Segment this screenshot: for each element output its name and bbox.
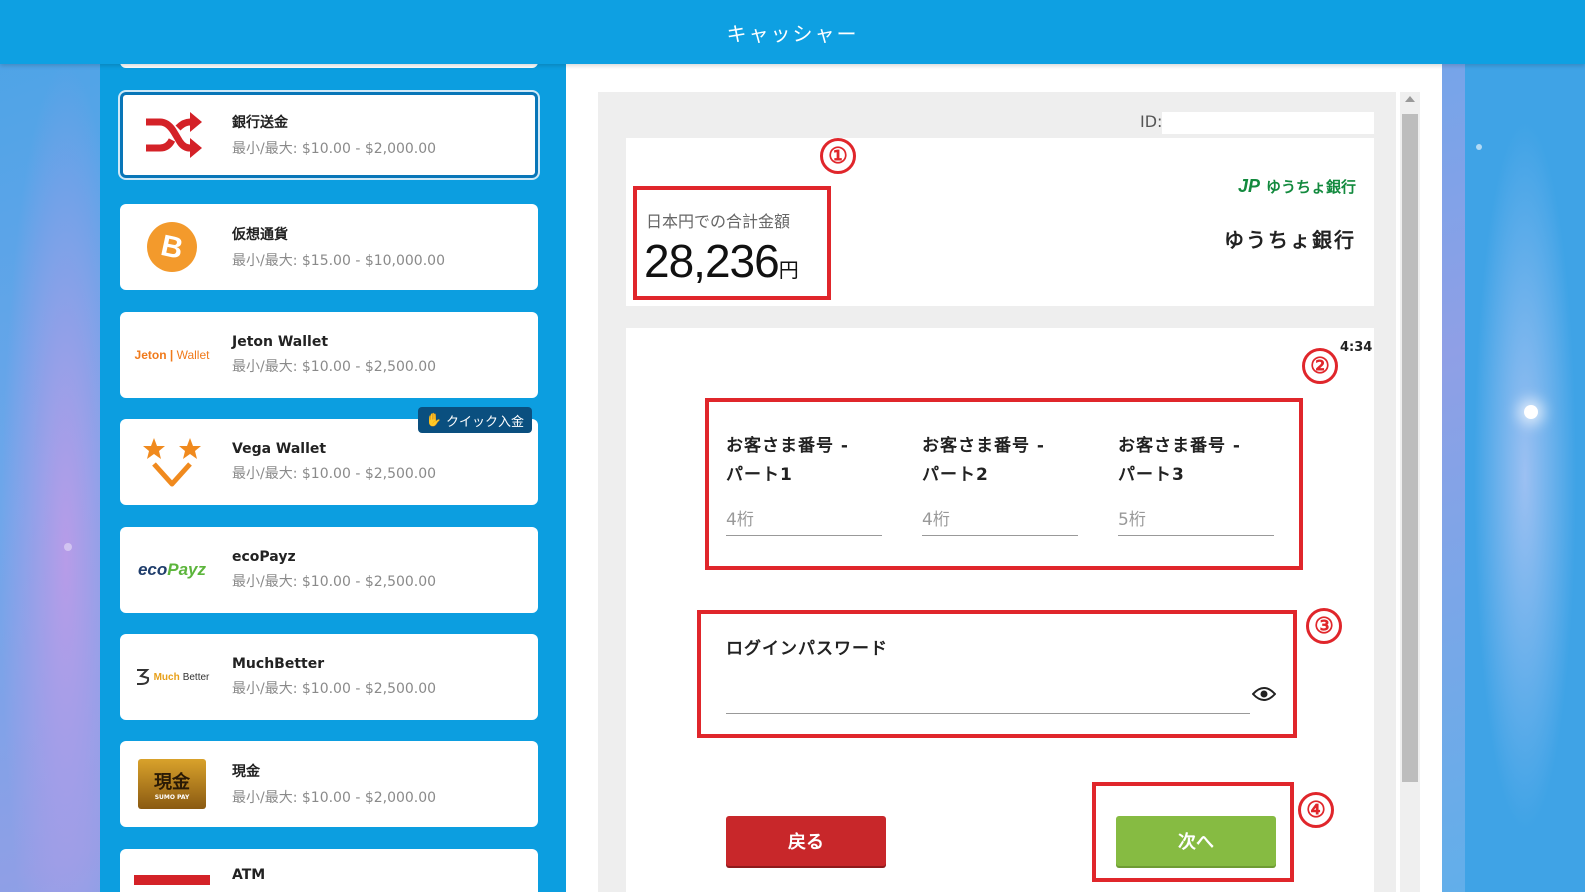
cash-logo: 現金 SUMO PAY [120, 741, 224, 827]
ecopayz-logo: ecoPayz [120, 527, 224, 613]
muchbetter-logo-suffix: Better [182, 671, 210, 683]
annotation-marker-2: ② [1302, 348, 1338, 384]
payment-method-name: 銀行送金 [232, 115, 288, 131]
payment-method-limits: 最小/最大: $15.00 - $10,000.00 [232, 253, 445, 269]
background-sparkle [1476, 144, 1482, 150]
japan-post-bank-logo: JP ゆうちょ銀行 [1238, 176, 1356, 197]
payment-method-bank-transfer[interactable]: 銀行送金 最小/最大: $10.00 - $2,000.00 [120, 92, 538, 178]
payment-method-name: 現金 [232, 764, 260, 780]
annotation-box-amount [633, 186, 831, 300]
background-glow-left [0, 60, 110, 892]
jeton-logo: Jeton | Wallet [134, 348, 210, 362]
background-right [1465, 60, 1585, 892]
payment-method-name: 仮想通貨 [232, 227, 288, 243]
page-title: キャッシャー [726, 21, 859, 46]
background-sparkle [64, 543, 72, 551]
bitcoin-icon: B [120, 204, 224, 290]
payment-method-ecopayz[interactable]: ecoPayz ecoPayz 最小/最大: $10.00 - $2,500.0… [120, 527, 538, 613]
transaction-id-label: ID: [1140, 112, 1163, 131]
payment-method-name: Jeton Wallet [232, 334, 329, 350]
ecopayz-logo-suffix: Payz [167, 560, 207, 579]
shuffle-icon [120, 92, 224, 178]
quick-deposit-label: クイック入金 [445, 414, 524, 430]
payment-method-atm[interactable]: ATM [120, 849, 538, 892]
annotation-marker-1: ① [820, 138, 856, 174]
payment-method-limits: 最小/最大: $10.00 - $2,000.00 [232, 790, 437, 806]
payment-method-crypto[interactable]: B 仮想通貨 最小/最大: $15.00 - $10,000.00 [120, 204, 538, 290]
annotation-box-next [1092, 782, 1294, 882]
payment-method-muchbetter[interactable]: Much Better MuchBetter 最小/最大: $10.00 - $2… [120, 634, 538, 720]
jeton-logo-text: Jeton [134, 348, 167, 362]
payment-method-limits: 最小/最大: $10.00 - $2,500.00 [232, 359, 437, 375]
payment-method-cash[interactable]: 現金 SUMO PAY 現金 最小/最大: $10.00 - $2,000.00 [120, 741, 538, 827]
bank-name: ゆうちょ銀行 [1224, 228, 1356, 252]
payment-method-name: Vega Wallet [232, 441, 327, 457]
annotation-marker-4: ④ [1298, 792, 1334, 828]
payment-method-vega-wallet[interactable]: Vega Wallet 最小/最大: $10.00 - $2,500.00 ✋ … [120, 407, 538, 505]
muchbetter-logo: Much Better [120, 634, 224, 720]
annotation-box-customer-number [705, 398, 1303, 570]
payment-method-limits: 最小/最大: $10.00 - $2,500.00 [232, 681, 437, 697]
payment-method-limits: 最小/最大: $10.00 - $2,500.00 [232, 466, 437, 482]
annotation-box-password [697, 610, 1297, 738]
payment-method-sidebar[interactable]: 銀行送金 最小/最大: $10.00 - $2,000.00 B 仮想通貨 最小… [100, 64, 566, 892]
payment-method-limits: 最小/最大: $10.00 - $2,500.00 [232, 574, 437, 590]
quick-deposit-icon: ✋ [425, 412, 442, 428]
cash-logo-text: 現金 [154, 771, 190, 793]
deposit-panel-scrollbar[interactable] [1400, 92, 1420, 892]
transaction-id-redacted [1162, 112, 1374, 134]
cash-logo-sub: SUMO PAY [154, 793, 190, 801]
quick-deposit-badge: ✋ クイック入金 [417, 407, 532, 433]
annotation-marker-3: ③ [1306, 608, 1342, 644]
payment-method-name: ATM [232, 867, 266, 883]
payment-method-name: ecoPayz [232, 549, 296, 565]
cashier-header: キャッシャー [0, 0, 1585, 64]
muchbetter-logo-prefix: Much [153, 671, 180, 683]
payment-method-limits: 最小/最大: $10.00 - $2,000.00 [232, 141, 437, 157]
payment-method-jeton-wallet[interactable]: Jeton | Wallet Jeton Wallet 最小/最大: $10.0… [120, 312, 538, 398]
background-sparkle [1524, 405, 1538, 419]
session-timer: 4:34 [1340, 340, 1373, 355]
jp-post-logo-mark: JP [1237, 176, 1260, 196]
atm-logo [120, 867, 224, 885]
bank-logo-text: ゆうちょ銀行 [1265, 178, 1356, 196]
vega-logo [120, 419, 224, 505]
jeton-logo-suffix: Wallet [176, 348, 210, 362]
scroll-up-icon[interactable] [1405, 96, 1415, 102]
ecopayz-logo-prefix: eco [137, 560, 168, 579]
scrollbar-thumb[interactable] [1402, 114, 1418, 782]
back-button[interactable]: 戻る [726, 816, 886, 866]
payment-method-card-partial[interactable] [120, 64, 538, 68]
payment-method-name: MuchBetter [232, 656, 325, 672]
